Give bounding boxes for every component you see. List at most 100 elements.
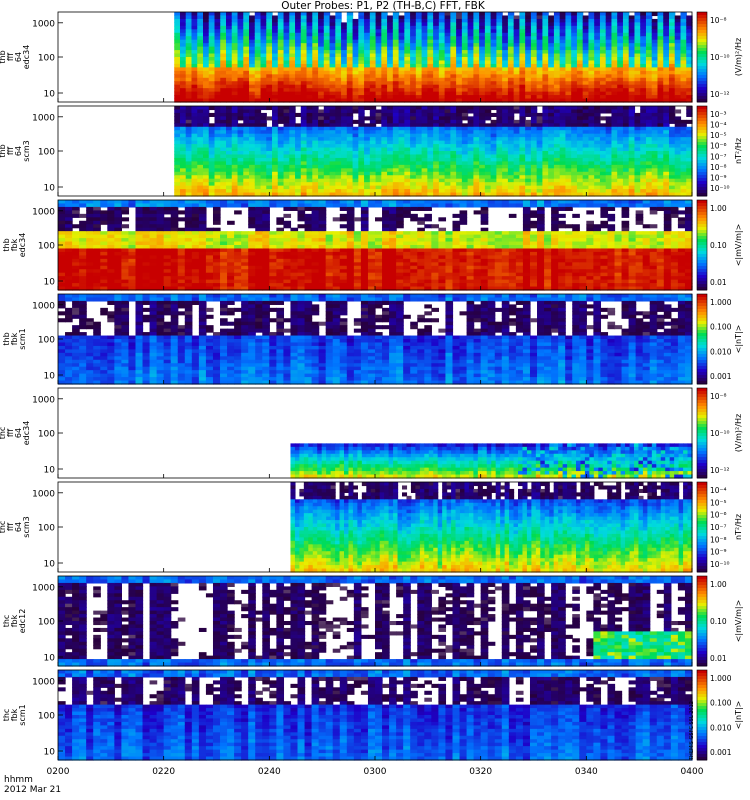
heatmap-cell — [657, 185, 664, 190]
heatmap-cell — [266, 116, 273, 121]
heatmap-cell — [548, 130, 555, 135]
heatmap-cell — [680, 133, 687, 138]
heatmap-cell — [404, 36, 411, 41]
heatmap-cell — [114, 227, 122, 232]
heatmap-cell — [421, 137, 428, 142]
heatmap-cell — [260, 46, 267, 51]
heatmap-cell — [444, 178, 451, 183]
heatmap-cell — [467, 77, 474, 82]
heatmap-cell — [208, 22, 216, 27]
heatmap-cell — [496, 171, 503, 176]
heatmap-cell — [559, 126, 567, 131]
heatmap-cell — [214, 178, 221, 183]
heatmap-cell — [513, 95, 521, 100]
heatmap-cell — [611, 189, 618, 194]
heatmap-cell — [249, 63, 256, 68]
heatmap-cell — [312, 63, 319, 68]
heatmap-cell — [86, 248, 94, 253]
heatmap-cell — [548, 95, 555, 100]
heatmap-cell — [220, 57, 227, 62]
heatmap-cell — [496, 151, 503, 156]
heatmap-cell — [398, 95, 405, 100]
heatmap-cell — [450, 189, 457, 194]
heatmap-cell — [410, 39, 417, 44]
heatmap-cell — [381, 29, 388, 34]
heatmap-cell — [260, 60, 267, 65]
heatmap-cell — [392, 12, 400, 17]
heatmap-cell — [622, 106, 630, 111]
heatmap-cell — [663, 12, 670, 17]
heatmap-cell — [599, 178, 607, 183]
heatmap-cell — [461, 95, 469, 100]
heatmap-cell — [358, 67, 365, 72]
heatmap-cell — [410, 74, 417, 79]
heatmap-cell — [358, 53, 365, 58]
heatmap-cell — [295, 36, 302, 41]
heatmap-cell — [312, 112, 319, 117]
heatmap-cell — [599, 70, 607, 75]
heatmap-cell — [179, 144, 187, 149]
heatmap-cell — [231, 60, 239, 65]
heatmap-cell — [651, 178, 659, 183]
heatmap-cell — [306, 18, 313, 23]
heatmap-cell — [484, 15, 492, 20]
heatmap-cell — [456, 140, 463, 145]
heatmap-cell — [185, 77, 193, 82]
heatmap-cell — [107, 234, 115, 239]
heatmap-cell — [306, 43, 313, 48]
heatmap-cell — [352, 106, 359, 111]
heatmap-cell — [272, 161, 279, 166]
heatmap-cell — [100, 203, 108, 208]
heatmap-cell — [398, 140, 405, 145]
heatmap-cell — [645, 157, 653, 162]
heatmap-cell — [599, 88, 607, 93]
heatmap-cell — [364, 70, 371, 75]
heatmap-cell — [588, 161, 595, 166]
heatmap-cell — [208, 106, 216, 111]
heatmap-cell — [237, 137, 244, 142]
heatmap-cell — [318, 74, 325, 79]
heatmap-cell — [226, 112, 233, 117]
heatmap-cell — [249, 189, 256, 194]
heatmap-cell — [565, 74, 572, 79]
heatmap-cell — [375, 119, 382, 124]
heatmap-cell — [318, 144, 325, 149]
heatmap-cell — [657, 60, 664, 65]
heatmap-cell — [323, 168, 331, 173]
heatmap-cell — [364, 126, 371, 131]
heatmap-cell — [220, 36, 227, 41]
heatmap-cell — [203, 126, 210, 131]
heatmap-cell — [438, 157, 446, 162]
heatmap-cell — [594, 12, 601, 17]
heatmap-cell — [634, 175, 641, 180]
heatmap-cell — [674, 39, 682, 44]
heatmap-cell — [312, 189, 319, 194]
heatmap-cell — [553, 25, 561, 30]
heatmap-cell — [185, 63, 193, 68]
heatmap-cell — [571, 112, 578, 117]
heatmap-cell — [461, 126, 469, 131]
heatmap-cell — [571, 50, 578, 55]
heatmap-cell — [341, 171, 348, 176]
heatmap-cell — [680, 157, 687, 162]
heatmap-cell — [542, 77, 549, 82]
heatmap-cell — [553, 88, 561, 93]
heatmap-cell — [272, 112, 279, 117]
heatmap-cell — [208, 144, 216, 149]
heatmap-cell — [651, 77, 659, 82]
heatmap-cell — [674, 175, 682, 180]
heatmap-cell — [226, 189, 233, 194]
heatmap-cell — [266, 18, 273, 23]
heatmap-cell — [421, 130, 428, 135]
heatmap-cell — [174, 63, 181, 68]
heatmap-cell — [329, 15, 336, 20]
heatmap-cell — [375, 91, 382, 96]
heatmap-cell — [674, 109, 682, 114]
heatmap-cell — [438, 112, 446, 117]
heatmap-cell — [369, 70, 377, 75]
heatmap-cell — [410, 63, 417, 68]
heatmap-cell — [525, 46, 532, 51]
heatmap-cell — [519, 144, 526, 149]
heatmap-cell — [634, 43, 641, 48]
heatmap-cell — [295, 60, 302, 65]
